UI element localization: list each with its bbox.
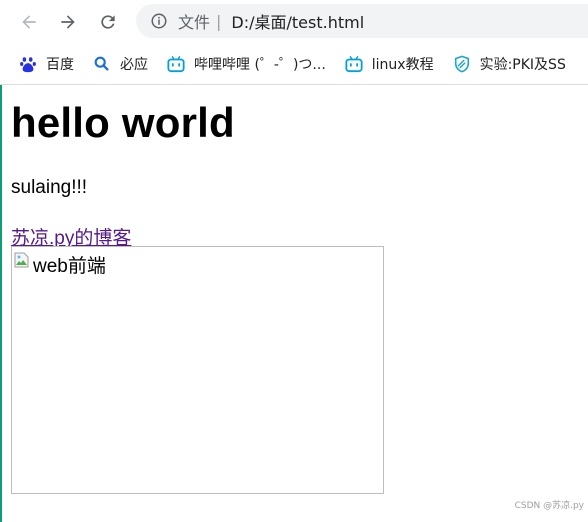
- bookmark-label: 哔哩哔哩 (゜-゜)つ...: [194, 57, 326, 73]
- bookmark-baidu[interactable]: 百度: [18, 54, 74, 74]
- bilibili-tv-icon: [166, 54, 186, 74]
- image-alt-text: web前端: [33, 256, 106, 277]
- address-url[interactable]: D:/桌面/test.html: [231, 9, 364, 33]
- reload-button[interactable]: [93, 7, 123, 37]
- broken-image: web前端: [11, 246, 384, 494]
- reload-icon: [101, 15, 115, 29]
- forward-button[interactable]: [53, 7, 83, 37]
- bookmark-label: 百度: [46, 57, 74, 73]
- broken-image-icon: [14, 252, 29, 268]
- shield-icon: [452, 54, 472, 74]
- browser-toolbar: 文件 | D:/桌面/test.html: [0, 0, 588, 44]
- page-paragraph: sulaing!!!: [11, 177, 88, 198]
- bookmark-label: linux教程: [371, 57, 434, 73]
- address-bar[interactable]: 文件 | D:/桌面/test.html: [136, 4, 588, 38]
- baidu-paw-icon: [18, 54, 38, 74]
- bookmarks-bar: 百度 必应 哔哩哔哩 (゜-゜)つ... linux教程 实验:PKI及SS: [0, 44, 588, 85]
- bookmark-linux-tutorial[interactable]: linux教程: [344, 54, 434, 74]
- site-info-icon[interactable]: [150, 12, 168, 30]
- bilibili-tv-icon: [344, 54, 364, 74]
- bookmark-label: 实验:PKI及SS: [479, 57, 566, 73]
- bookmark-label: 必应: [120, 57, 148, 73]
- page-heading: hello world: [11, 99, 235, 146]
- back-button[interactable]: [14, 7, 44, 37]
- address-separator: |: [216, 11, 222, 31]
- bookmark-bilibili[interactable]: 哔哩哔哩 (゜-゜)つ...: [166, 54, 326, 74]
- csdn-watermark: CSDN @苏凉.py: [514, 501, 584, 511]
- bing-search-icon: [92, 54, 112, 74]
- bookmark-pki-lab[interactable]: 实验:PKI及SS: [452, 54, 566, 74]
- bookmark-bing[interactable]: 必应: [92, 54, 148, 74]
- address-scheme-label: 文件: [178, 13, 211, 32]
- arrow-left-icon: [22, 15, 36, 29]
- arrow-right-icon: [61, 15, 75, 29]
